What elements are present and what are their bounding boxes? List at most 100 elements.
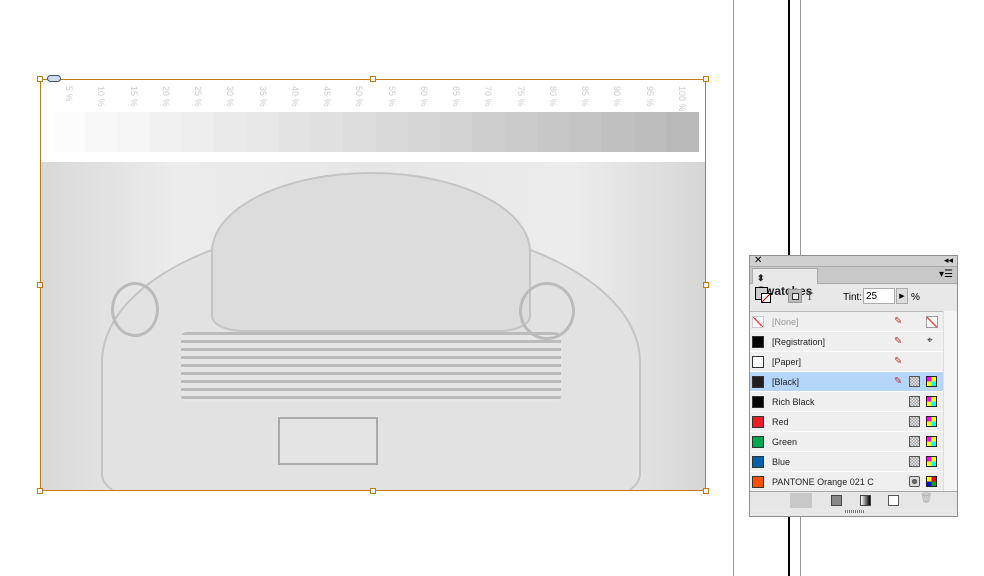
tint-label: 90 % xyxy=(612,86,623,107)
text-icon[interactable]: T xyxy=(806,289,813,304)
tint-step xyxy=(569,112,602,152)
swatch-row[interactable]: [Registration] ✎ ⌖ xyxy=(750,332,943,352)
swatch-row[interactable]: PANTONE Orange 021 C xyxy=(750,472,943,492)
tint-step xyxy=(149,112,183,152)
resize-handle[interactable] xyxy=(703,76,709,82)
stroke-none-icon[interactable] xyxy=(761,293,771,303)
swatch-name: Green xyxy=(772,437,798,447)
cmyk-mode-icon xyxy=(926,376,937,387)
tint-label: 45 % xyxy=(322,86,333,107)
cmyk-mode-icon xyxy=(926,436,937,447)
close-icon[interactable]: ✕ xyxy=(754,255,762,266)
process-color-icon xyxy=(909,416,920,427)
cmyk-mode-icon xyxy=(926,416,937,427)
swatch-chip xyxy=(752,376,764,388)
guide-line xyxy=(733,0,734,576)
resize-handle[interactable] xyxy=(703,282,709,288)
resize-handle[interactable] xyxy=(370,76,376,82)
swatch-name: Rich Black xyxy=(772,397,815,407)
cmyk-mode-icon xyxy=(926,476,937,487)
tint-label: 70 % xyxy=(483,86,494,107)
swatch-name: Red xyxy=(772,417,789,427)
tint-label: 20 % xyxy=(160,86,171,107)
tint-label: 100 % xyxy=(676,86,687,112)
swatch-row[interactable]: Blue xyxy=(750,452,943,472)
resize-grip[interactable] xyxy=(845,510,865,513)
resize-handle[interactable] xyxy=(37,76,43,82)
cmyk-mode-icon xyxy=(926,396,937,407)
show-all-swatches-button[interactable] xyxy=(790,493,812,508)
tint-step xyxy=(407,112,441,152)
swatch-name: PANTONE Orange 021 C xyxy=(772,477,874,487)
updown-icon: ⬍ xyxy=(757,273,765,283)
collapse-icon[interactable]: ◂◂ xyxy=(944,255,953,266)
resize-handle[interactable] xyxy=(370,488,376,494)
tint-step xyxy=(633,112,667,152)
tint-step xyxy=(343,112,376,152)
tint-label: 60 % xyxy=(418,86,429,107)
tint-step xyxy=(665,112,699,152)
tab-swatches[interactable]: ⬍ Swatches xyxy=(752,268,818,298)
resize-handle[interactable] xyxy=(37,282,43,288)
tint-step xyxy=(85,112,118,152)
swatch-chip xyxy=(752,476,764,488)
tint-step xyxy=(182,112,215,152)
non-editable-icon: ✎ xyxy=(894,316,903,327)
swatch-chip xyxy=(752,336,764,348)
tint-step xyxy=(214,112,247,152)
tint-step xyxy=(278,112,312,152)
tint-label: 55 % xyxy=(386,86,397,107)
tint-label: 5 % xyxy=(64,86,75,102)
panel-menu-icon[interactable]: ▾☰ xyxy=(939,269,953,280)
swatch-name: Blue xyxy=(772,457,791,467)
tint-step xyxy=(536,112,570,152)
swatch-chip xyxy=(752,396,764,408)
tint-step xyxy=(117,112,151,152)
swatch-row[interactable]: Rich Black xyxy=(750,392,943,412)
tint-slider-button[interactable]: ▶ xyxy=(896,288,908,304)
swatch-row[interactable]: Green xyxy=(750,432,943,452)
scrollbar[interactable] xyxy=(943,311,957,491)
tint-label: 15 % xyxy=(128,86,139,107)
tint-step xyxy=(311,112,344,152)
tint-label: 50 % xyxy=(354,86,365,107)
tint-step xyxy=(472,112,505,152)
container-icon[interactable] xyxy=(788,289,802,303)
non-editable-icon: ✎ xyxy=(894,376,903,387)
swatch-row[interactable]: [Paper] ✎ xyxy=(750,352,943,372)
process-color-icon xyxy=(909,456,920,467)
show-color-swatches-button[interactable] xyxy=(831,495,842,506)
tint-label: 40 % xyxy=(289,86,300,107)
tint-label: 95 % xyxy=(644,86,655,107)
tint-label: 85 % xyxy=(580,86,591,107)
process-color-icon xyxy=(909,396,920,407)
tint-label: 75 % xyxy=(515,86,526,107)
resize-handle[interactable] xyxy=(703,488,709,494)
image-frame[interactable]: 5 % 10 % 15 % 20 % 25 % 30 % 35 % 40 % 45 % 50 % 5… xyxy=(37,75,709,494)
tint-input[interactable] xyxy=(863,288,895,304)
tint-label: 65 % xyxy=(451,86,462,107)
process-color-icon xyxy=(909,376,920,387)
swatch-name: [Paper] xyxy=(772,357,802,367)
tint-step xyxy=(504,112,538,152)
none-icon xyxy=(926,316,938,328)
resize-handle[interactable] xyxy=(37,488,43,494)
tint-step xyxy=(601,112,634,152)
swatch-row[interactable]: Red xyxy=(750,412,943,432)
swatch-chip xyxy=(752,456,764,468)
swatch-chip xyxy=(752,436,764,448)
new-swatch-button[interactable] xyxy=(888,495,899,506)
swatch-row[interactable]: [None] ✎ xyxy=(750,312,943,332)
percent-label: % xyxy=(911,292,920,303)
non-editable-icon: ✎ xyxy=(894,356,903,367)
delete-swatch-icon[interactable]: 🗑 xyxy=(920,493,933,504)
non-editable-icon: ✎ xyxy=(894,336,903,347)
swatch-row[interactable]: [Black] ✎ xyxy=(750,372,943,392)
car-photo xyxy=(41,162,705,490)
process-color-icon xyxy=(909,436,920,447)
swatch-name: [Registration] xyxy=(772,337,826,347)
link-icon[interactable] xyxy=(47,75,61,82)
cmyk-mode-icon xyxy=(926,456,937,467)
swatch-chip xyxy=(752,356,764,368)
show-gradient-swatches-button[interactable] xyxy=(860,495,871,506)
